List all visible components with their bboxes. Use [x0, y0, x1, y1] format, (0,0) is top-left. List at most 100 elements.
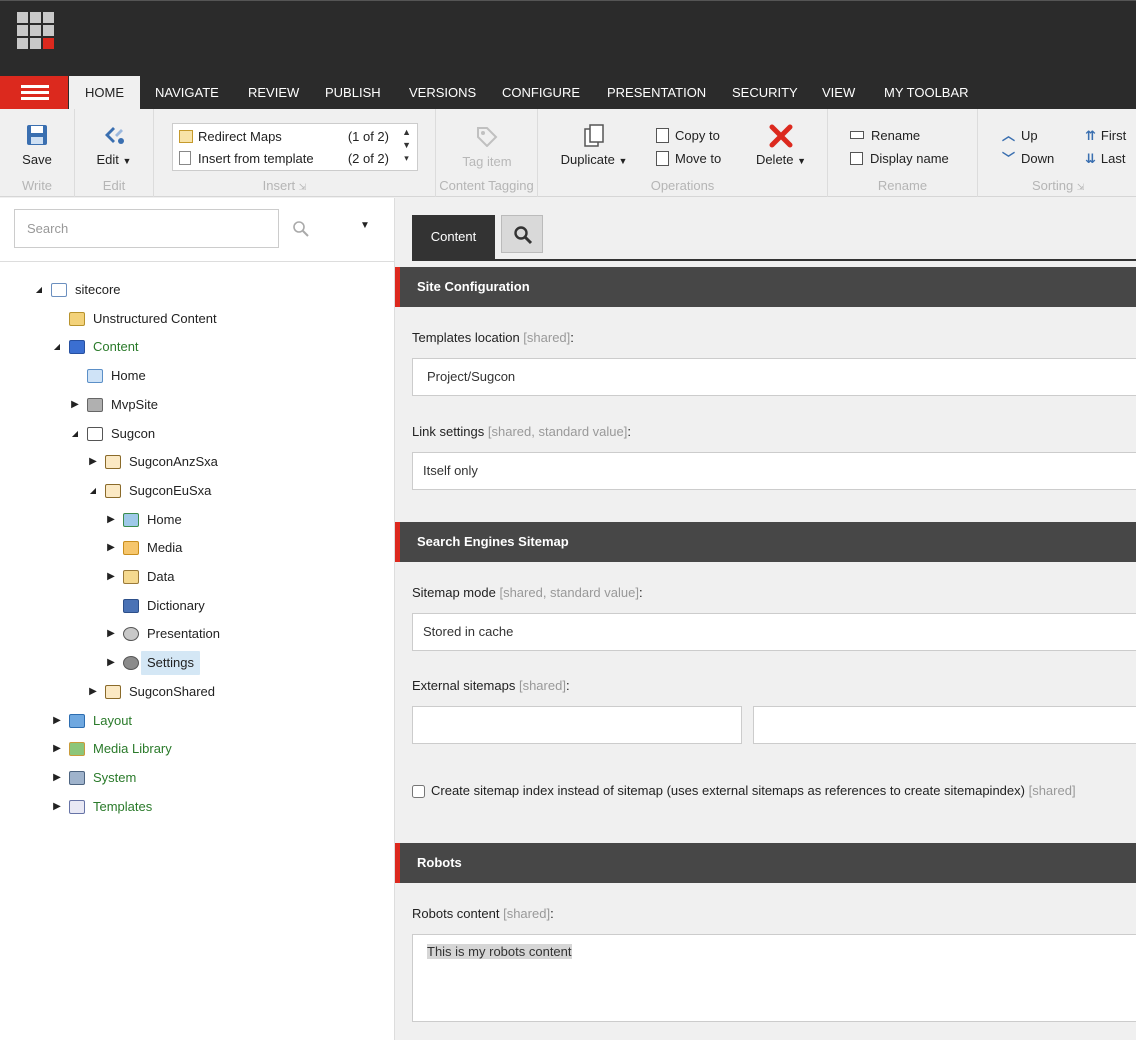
tree-node-label[interactable]: SugconShared [129, 680, 215, 704]
expand-arrow-icon[interactable]: ▶ [105, 622, 117, 646]
tree-node[interactable]: ▶ Templates [0, 795, 395, 819]
tree-node[interactable]: ▶ MvpSite [0, 393, 395, 417]
menu-icon[interactable] [0, 76, 68, 109]
expand-icon[interactable]: ⇲ [299, 182, 307, 192]
collapse-arrow-icon[interactable]: ◢ [87, 479, 99, 503]
tree-node[interactable]: ▶ Layout [0, 709, 395, 733]
external-sitemaps-selected-list[interactable] [753, 706, 1136, 744]
tree-node-label[interactable]: Settings [141, 651, 200, 676]
tab-my-toolbar[interactable]: MY TOOLBAR [868, 76, 985, 109]
tab-review[interactable]: REVIEW [232, 76, 315, 109]
expand-arrow-icon[interactable]: ▶ [69, 393, 81, 417]
tree-node[interactable]: ▶ Presentation [0, 622, 395, 646]
section-search-engines-sitemap[interactable]: Search Engines Sitemap [395, 522, 1136, 562]
tree-node[interactable]: Unstructured Content [0, 307, 395, 331]
tree-node-label[interactable]: Templates [93, 795, 152, 819]
tree-node-label[interactable]: Sugcon [111, 422, 155, 446]
tab-presentation[interactable]: PRESENTATION [591, 76, 722, 109]
delete-button[interactable]: Delete ▼ [748, 123, 814, 167]
tab-publish[interactable]: PUBLISH [309, 76, 397, 109]
tree-node-label[interactable]: Layout [93, 709, 132, 733]
expand-icon[interactable]: ⇲ [1077, 182, 1085, 192]
insert-scroll[interactable]: ▲ ▼ ▾ [402, 126, 411, 165]
tab-versions[interactable]: VERSIONS [393, 76, 492, 109]
first-button[interactable]: ⇈ First [1085, 126, 1126, 146]
tree-node-label[interactable]: Content [93, 335, 139, 359]
tree-node-label[interactable]: Home [147, 508, 182, 532]
tree-node-label[interactable]: Media Library [93, 737, 172, 761]
tree-node[interactable]: ▶ System [0, 766, 395, 790]
expand-arrow-icon[interactable]: ▶ [87, 680, 99, 704]
tree-node-label[interactable]: Media [147, 536, 182, 560]
sitemap-index-checkbox-row[interactable]: Create sitemap index instead of sitemap … [412, 783, 1076, 799]
tree-node-label[interactable]: Home [111, 364, 146, 388]
tree-node[interactable]: ▶ Media [0, 536, 395, 560]
tab-security[interactable]: SECURITY [716, 76, 814, 109]
tree-node-label[interactable]: Data [147, 565, 174, 589]
search-tab[interactable] [501, 215, 543, 253]
tab-home[interactable]: HOME [69, 76, 140, 109]
tree-node-label[interactable]: Presentation [147, 622, 220, 646]
tree-node[interactable]: ◢ Sugcon [0, 422, 395, 446]
section-site-configuration[interactable]: Site Configuration [395, 267, 1136, 307]
down-button[interactable]: ﹀ Down [1002, 149, 1054, 169]
tree-node[interactable]: Home [0, 364, 395, 388]
tree-node-label[interactable]: SugconEuSxa [129, 479, 211, 503]
tree-node-label[interactable]: System [93, 766, 136, 790]
collapse-arrow-icon[interactable]: ◢ [69, 422, 81, 446]
tree-node[interactable]: ◢ sitecore [0, 278, 395, 302]
search-options-dropdown-icon[interactable]: ▼ [360, 220, 370, 231]
tree-node[interactable]: ▶ Data [0, 565, 395, 589]
collapse-arrow-icon[interactable]: ◢ [33, 278, 45, 302]
tag-item-button[interactable]: Tag item [456, 125, 518, 169]
tree-node-label[interactable]: SugconAnzSxa [129, 450, 218, 474]
tree-node-label[interactable]: Unstructured Content [93, 307, 217, 331]
link-settings-select[interactable]: Itself only [412, 452, 1136, 490]
expand-arrow-icon[interactable]: ▶ [51, 709, 63, 733]
external-sitemaps-available-list[interactable] [412, 706, 742, 744]
insert-options-list[interactable]: Redirect Maps (1 of 2) Insert from templ… [172, 123, 418, 171]
tab-configure[interactable]: CONFIGURE [486, 76, 596, 109]
tree-node[interactable]: ◢ SugconEuSxa [0, 479, 395, 503]
expand-arrow-icon[interactable]: ▶ [105, 565, 117, 589]
expand-arrow-icon[interactable]: ▶ [51, 737, 63, 761]
rename-button[interactable]: Rename [850, 126, 920, 146]
search-icon[interactable] [292, 220, 310, 238]
expand-arrow-icon[interactable]: ▶ [105, 508, 117, 532]
last-button[interactable]: ⇊ Last [1085, 149, 1125, 169]
display-name-button[interactable]: Display name [850, 149, 949, 169]
expand-arrow-icon[interactable]: ▶ [105, 536, 117, 560]
move-to-button[interactable]: Move to [656, 149, 721, 169]
tree-node[interactable]: ▶ Home [0, 508, 395, 532]
section-robots[interactable]: Robots [395, 843, 1136, 883]
collapse-arrow-icon[interactable]: ◢ [51, 335, 63, 359]
tree-node-label[interactable]: MvpSite [111, 393, 158, 417]
sitemap-index-checkbox[interactable] [412, 785, 425, 799]
tab-view[interactable]: VIEW [806, 76, 871, 109]
duplicate-button[interactable]: Duplicate ▼ [558, 123, 630, 167]
robots-content-textarea[interactable]: This is my robots content [412, 934, 1136, 1022]
tree-search-input[interactable] [14, 209, 279, 248]
insert-redirect-maps[interactable]: Redirect Maps (1 of 2) [179, 127, 389, 147]
tab-navigate[interactable]: NAVIGATE [139, 76, 235, 109]
insert-from-template[interactable]: Insert from template (2 of 2) [179, 149, 389, 169]
tree-node[interactable]: ▶ SugconShared [0, 680, 395, 704]
tree-node[interactable]: Dictionary [0, 594, 395, 618]
tree-node-label[interactable]: Dictionary [147, 594, 205, 618]
launchpad-icon[interactable] [17, 12, 54, 49]
edit-button[interactable]: Edit ▼ [89, 123, 139, 167]
sitemap-mode-select[interactable]: Stored in cache [412, 613, 1136, 651]
expand-arrow-icon[interactable]: ▶ [105, 651, 117, 675]
copy-to-button[interactable]: Copy to [656, 126, 720, 146]
save-button[interactable]: Save [12, 123, 62, 167]
tab-content[interactable]: Content [412, 215, 495, 259]
tree-node[interactable]: ▶ Settings [0, 651, 395, 676]
up-button[interactable]: ︿ Up [1002, 126, 1038, 146]
expand-arrow-icon[interactable]: ▶ [51, 766, 63, 790]
tree-node[interactable]: ▶ Media Library [0, 737, 395, 761]
tree-node[interactable]: ◢ Content [0, 335, 395, 359]
expand-arrow-icon[interactable]: ▶ [87, 450, 99, 474]
tree-node[interactable]: ▶ SugconAnzSxa [0, 450, 395, 474]
tree-node-label[interactable]: sitecore [75, 278, 121, 302]
templates-location-field[interactable]: Project/Sugcon [412, 358, 1136, 396]
